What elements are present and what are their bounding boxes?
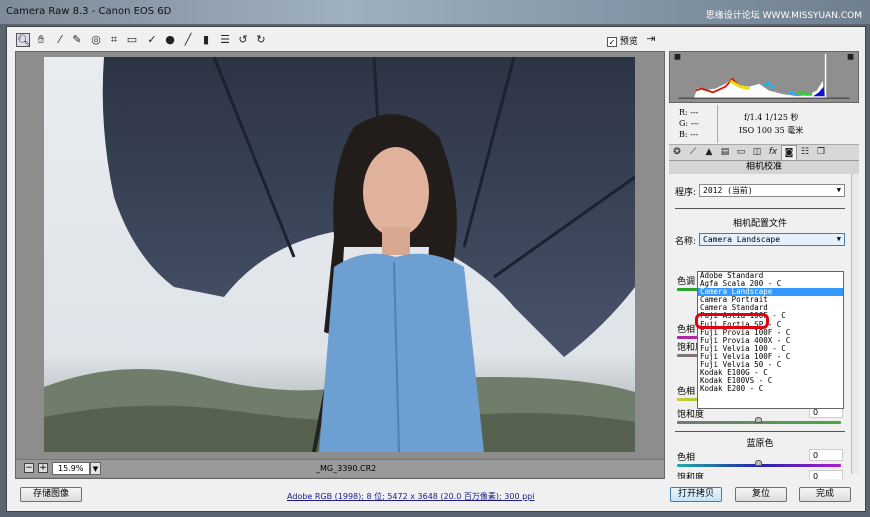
readout: R: --- G: --- B: --- f/1.4 1/125 秒 ISO 1… [669,103,859,145]
zoom-bar: − + 15.9% ▼ _MG_3390.CR2 [16,459,664,477]
effects-tab-icon[interactable]: fx [765,145,781,160]
tone-curve-tab-icon[interactable]: ⟋ [685,145,701,160]
profile-section-title: 相机配置文件 [732,219,787,229]
straighten-icon[interactable]: ▭ [125,33,139,47]
presets-tab-icon[interactable]: ☷ [797,145,813,160]
image-preview-area[interactable]: − + 15.9% ▼ _MG_3390.CR2 [15,51,665,479]
process-select[interactable]: 2012 (当前) ▼ [699,184,845,197]
chevron-down-icon: ▼ [836,235,841,243]
blue-hue-value[interactable]: 0 [809,449,843,461]
zoom-icon[interactable]: 🔍︎ [16,33,31,47]
blue-primary-title: 蓝原色 [746,439,774,449]
green-readout: G: --- [679,119,699,128]
profile-select[interactable]: Camera Landscape ▼ [699,233,845,246]
red-hue-label: 色相 [677,325,696,335]
watermark: 思缘设计论坛 WWW.MISSYUAN.COM [705,11,862,21]
annotation-circle [695,313,769,329]
graduated-filter-icon[interactable]: ▮ [199,33,213,47]
preview-checkbox[interactable]: ✓ 预览 [607,34,638,47]
presets-list-icon[interactable]: ☰ [218,33,232,47]
exposure-info: f/1.4 1/125 秒 [744,113,799,122]
rotate-left-icon[interactable]: ↺ [236,33,250,47]
process-label: 程序: [675,188,697,198]
basic-tab-icon[interactable]: ❂ [669,145,685,160]
zoom-out-button[interactable]: − [24,463,34,473]
white-balance-icon[interactable]: ⁄ [53,33,67,47]
blue-readout: B: --- [679,130,699,139]
detail-tab-icon[interactable]: ▲ [701,145,717,160]
zoom-level-field[interactable]: 15.9% [52,462,90,475]
shadow-clipping-icon [674,53,681,60]
blue-saturation-value[interactable]: 0 [809,470,843,479]
red-eye-icon[interactable]: ● [163,33,177,47]
camera-calibration-tab-icon[interactable]: ◙ [781,145,797,160]
color-sampler-icon[interactable]: ✎ [70,33,84,47]
spot-removal-icon[interactable]: ✓ [145,33,159,47]
split-toning-tab-icon[interactable]: ▭ [733,145,749,160]
checkbox-box[interactable]: ✓ [607,36,617,47]
open-copy-button[interactable]: 打开拷贝 [670,487,722,502]
highlight-clipping-icon [847,53,854,60]
zoom-in-button[interactable]: + [38,463,48,473]
name-label: 名称: [675,237,697,247]
adjustment-brush-icon[interactable]: ╱ [181,33,195,47]
window-title: Camera Raw 8.3 - Canon EOS 6D [6,6,172,17]
red-readout: R: --- [679,108,699,117]
panel-title: 相机校准 [669,161,859,174]
histogram [669,51,859,103]
blue-hue-label: 色相 [677,453,696,463]
camera-raw-dialog: 🔍︎ ✋︎ ⁄ ✎ ◎ ⌗ ▭ ✓ ● ╱ ▮ ☰ ↺ ↻ ✓ 预览 ⇥ − +… [6,26,866,512]
photo-preview [44,57,635,452]
reset-button[interactable]: 复位 [735,487,787,502]
snapshots-tab-icon[interactable]: ❐ [813,145,829,160]
slider-thumb[interactable] [755,417,762,423]
profile-value: Camera Landscape [703,235,781,244]
slider-thumb[interactable] [755,460,762,466]
workflow-options-link[interactable]: Adobe RGB (1998); 8 位; 5472 x 3648 (20.0… [287,491,534,502]
right-panel: R: --- G: --- B: --- f/1.4 1/125 秒 ISO 1… [669,51,859,479]
profile-option[interactable]: Kodak E200 - C [698,385,843,393]
crop-icon[interactable]: ⌗ [107,33,121,47]
iso-focal-info: ISO 100 35 毫米 [739,126,804,135]
fullscreen-toggle-icon[interactable]: ⇥ [644,32,658,46]
title-bar: Camera Raw 8.3 - Canon EOS 6D 思缘设计论坛 WWW… [0,0,870,24]
rotate-right-icon[interactable]: ↻ [254,33,268,47]
process-value: 2012 (当前) [703,186,753,195]
lens-corrections-tab-icon[interactable]: ◫ [749,145,765,160]
filename: _MG_3390.CR2 [316,464,377,473]
preview-label: 预览 [619,37,638,47]
green-hue-label: 色相 [677,387,696,397]
chevron-down-icon: ▼ [836,186,841,194]
zoom-dropdown-icon[interactable]: ▼ [90,462,101,475]
hand-icon[interactable]: ✋︎ [34,33,48,47]
tint-label: 色调 [677,277,696,287]
panel-scrollbar[interactable] [851,174,859,474]
done-button[interactable]: 完成 [799,487,851,502]
hsl-tab-icon[interactable]: ▤ [717,145,733,160]
target-adjust-icon[interactable]: ◎ [89,33,103,47]
profile-dropdown-list: Adobe Standard Agfa Scala 200 - C Camera… [697,271,844,409]
blue-saturation-label: 饱和度 [677,473,705,479]
panel-tabs: ❂ ⟋ ▲ ▤ ▭ ◫ fx ◙ ☷ ❐ [669,145,859,161]
save-image-button[interactable]: 存储图像 [20,487,82,502]
